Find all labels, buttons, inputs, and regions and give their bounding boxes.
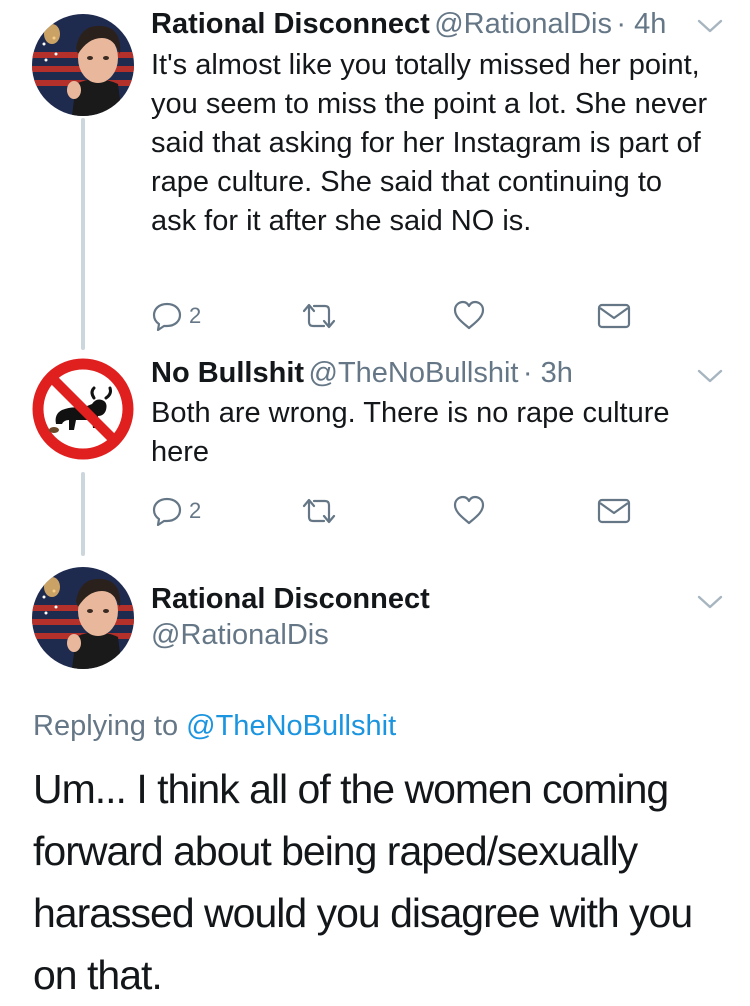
display-name[interactable]: Rational Disconnect: [151, 8, 430, 40]
chevron-down-icon[interactable]: [697, 18, 723, 34]
display-name[interactable]: Rational Disconnect: [151, 583, 430, 616]
like-icon[interactable]: [452, 300, 486, 330]
replying-to-link[interactable]: @TheNoBullshit: [186, 710, 396, 742]
chevron-down-icon[interactable]: [697, 594, 723, 610]
timestamp[interactable]: · 3h: [523, 357, 573, 389]
display-name[interactable]: No Bullshit: [151, 357, 304, 389]
avatar[interactable]: [32, 14, 134, 116]
username[interactable]: @TheNoBullshit: [309, 357, 519, 389]
avatar[interactable]: [32, 567, 134, 669]
tweet-text: Um... I think all of the women coming fo…: [33, 766, 693, 998]
avatar[interactable]: [32, 358, 134, 460]
replying-to-label: Replying to: [33, 710, 179, 742]
retweet-icon[interactable]: [300, 497, 338, 525]
username[interactable]: @RationalDis: [151, 619, 329, 652]
tweet-text: It's almost like you totally missed her …: [151, 49, 708, 237]
reply-icon[interactable]: [151, 496, 183, 526]
replying-to: Replying to @TheNoBullshit: [33, 710, 396, 743]
chevron-down-icon[interactable]: [697, 368, 723, 384]
tweet-text: Both are wrong. There is no rape culture…: [151, 397, 670, 468]
dm-icon[interactable]: [597, 303, 631, 329]
reply-count: 2: [189, 303, 202, 328]
timestamp[interactable]: · 4h: [616, 8, 666, 40]
reply-count: 2: [189, 498, 202, 523]
thread-line: [81, 472, 85, 556]
retweet-icon[interactable]: [300, 302, 338, 330]
thread-line: [81, 118, 85, 350]
reply-icon[interactable]: [151, 301, 183, 331]
dm-icon[interactable]: [597, 498, 631, 524]
username[interactable]: @RationalDis: [434, 8, 612, 40]
like-icon[interactable]: [452, 495, 486, 525]
